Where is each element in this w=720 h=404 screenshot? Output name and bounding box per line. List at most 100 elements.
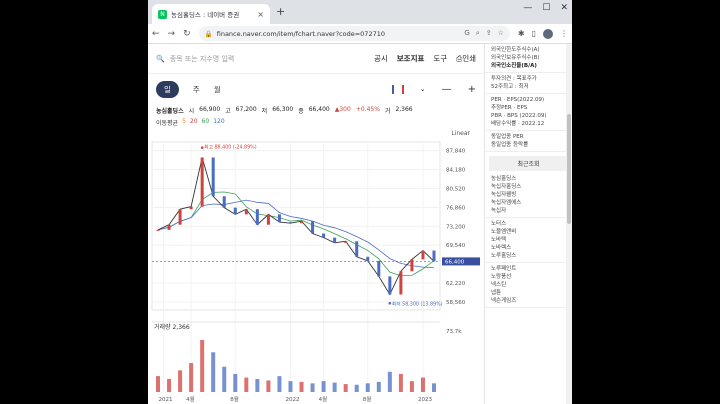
- volume-bar: [233, 373, 238, 392]
- recent-item[interactable]: 노터스: [491, 220, 566, 228]
- volume-bar: [266, 380, 271, 392]
- info-line: 외국인보유주식수(B): [491, 55, 540, 61]
- reload-icon[interactable]: ↻: [183, 29, 191, 39]
- right-info-panel: 외국인한도주식수(A) 외국인보유주식수(B) 외국인소진율(B/A) 투자의견…: [484, 44, 572, 404]
- right-scrollbar[interactable]: [566, 44, 572, 404]
- menu-disclosure[interactable]: 공시: [374, 53, 388, 64]
- candle: [388, 276, 392, 295]
- volume-bar: [255, 379, 260, 392]
- candle-type-icon[interactable]: [391, 84, 404, 94]
- volume-bar: [277, 376, 282, 392]
- recent-item[interactable]: 넥슨게임즈: [491, 297, 566, 305]
- opinion-info: 투자의견 : 목표주가 52주최고 : 최저: [485, 73, 572, 94]
- zoom-icon[interactable]: ⌕: [476, 29, 480, 38]
- search-icon[interactable]: 🔍: [156, 55, 165, 63]
- candle: [277, 214, 281, 223]
- period-month-tab[interactable]: 월: [214, 84, 221, 95]
- candle: [355, 241, 359, 257]
- info-line: 외국인소진율(B/A): [491, 63, 537, 69]
- recent-item[interactable]: 녹십자엠에스: [491, 199, 566, 207]
- ma-60[interactable]: 60: [202, 118, 210, 127]
- volume-bar: [200, 340, 205, 392]
- recent-item[interactable]: 노랑풍선: [491, 273, 566, 281]
- maximize-icon[interactable]: ☐: [542, 3, 550, 13]
- candle: [222, 196, 226, 208]
- zoom-in-button[interactable]: +: [468, 84, 476, 95]
- candle: [266, 214, 270, 225]
- share-icon[interactable]: ⇪: [486, 29, 492, 38]
- stock-search-input[interactable]: 종목 또는 지수명 입력: [170, 54, 235, 64]
- recent-item[interactable]: 노바렉스: [491, 244, 566, 252]
- ma-20[interactable]: 20: [190, 118, 198, 127]
- recent-item[interactable]: 녹십자홀딩스: [491, 183, 566, 191]
- quote-close: 66,400: [308, 106, 330, 113]
- candle: [322, 233, 326, 238]
- candle: [311, 221, 315, 234]
- sidepanel-icon[interactable]: ▯: [532, 29, 536, 39]
- price-chart[interactable]: 87,840 84,180 80,520 76,860 73,200 69,540 62,2…: [148, 140, 484, 404]
- ma-5[interactable]: 5: [182, 118, 186, 127]
- kebab-menu-icon[interactable]: ⋮: [560, 29, 568, 39]
- close-window-icon[interactable]: ✕: [560, 3, 568, 13]
- ma-legend: 이동평균 5 20 60 120: [148, 117, 484, 128]
- menu-print[interactable]: ⎙인쇄: [456, 53, 476, 64]
- industry-line: 동일업종 등락률: [491, 142, 529, 148]
- period-day-tab[interactable]: 일: [156, 80, 179, 98]
- candle: [399, 271, 403, 295]
- recent-item[interactable]: 녹십자: [491, 207, 566, 215]
- quote-high: 67,200: [235, 106, 257, 113]
- forward-icon[interactable]: →: [168, 29, 176, 39]
- recent-item[interactable]: 노바텍: [491, 236, 566, 244]
- recent-item[interactable]: 녹십자웰빙: [491, 191, 566, 199]
- extensions-icon[interactable]: ✱: [518, 29, 525, 39]
- candle: [211, 157, 215, 197]
- ma-120[interactable]: 120: [213, 118, 224, 127]
- google-icon[interactable]: G: [464, 29, 469, 38]
- menu-tools[interactable]: 도구: [433, 53, 447, 64]
- lock-icon: 🔒: [204, 29, 213, 38]
- bookmark-star-icon[interactable]: ☆: [498, 29, 504, 38]
- recent-item[interactable]: 노루홀딩스: [491, 252, 566, 260]
- search-row: 🔍 종목 또는 지수명 입력 공시 보조지표 도구 ⎙인쇄: [148, 44, 484, 74]
- chevron-down-icon[interactable]: ⌄: [420, 85, 426, 93]
- quote-change: ▲300: [334, 106, 351, 113]
- page-content: 🔍 종목 또는 지수명 입력 공시 보조지표 도구 ⎙인쇄 일 주 월 ⌄ — …: [148, 44, 572, 404]
- x-tick-label: 2021: [159, 397, 173, 403]
- period-week-tab[interactable]: 주: [193, 84, 200, 95]
- new-tab-button[interactable]: +: [276, 5, 285, 18]
- menu-indicators[interactable]: 보조지표: [397, 53, 425, 64]
- zoom-out-button[interactable]: —: [442, 84, 452, 95]
- per-line: 배당수익률 · 2022.12: [491, 121, 545, 127]
- recent-item[interactable]: 노루페인트: [491, 265, 566, 273]
- industry-info: 동일업종 PER 동일업종 등락률: [485, 131, 572, 152]
- url-field[interactable]: 🔒 finance.naver.com/item/fchart.naver?co…: [198, 26, 510, 41]
- tab-strip: N 농심홀딩스 : 네이버 증권 × + — ☐ ✕: [148, 0, 572, 24]
- max-marker: [200, 146, 204, 149]
- volume-bar: [310, 383, 315, 392]
- minimize-icon[interactable]: —: [523, 3, 532, 13]
- candle: [344, 241, 348, 243]
- volume-bar: [299, 381, 304, 392]
- candle: [300, 221, 304, 224]
- browser-tab[interactable]: N 농심홀딩스 : 네이버 증권 ×: [152, 4, 270, 24]
- volume-bar: [432, 383, 436, 392]
- recent-item[interactable]: 넵튠: [491, 289, 566, 297]
- stock-name: 농심홀딩스: [156, 108, 184, 115]
- per-line: PBR · BPS (2022.09): [491, 113, 547, 119]
- recent-item[interactable]: 노블엠앤비: [491, 228, 566, 236]
- per-line: PER · EPS(2022.09): [491, 97, 545, 103]
- tab-close-icon[interactable]: ×: [257, 10, 264, 19]
- quote-close-label: 종: [298, 108, 304, 115]
- volume-bar: [211, 352, 216, 392]
- recent-views-title: 최근조회: [489, 156, 568, 171]
- profile-avatar[interactable]: [543, 28, 553, 39]
- candle: [421, 250, 425, 260]
- back-icon[interactable]: ←: [152, 29, 160, 39]
- recent-item[interactable]: 넥스틴: [491, 281, 566, 289]
- scale-mode-select[interactable]: Linear: [451, 130, 470, 137]
- current-price-tag: 66,400: [445, 259, 465, 265]
- x-tick-label: 4월: [319, 395, 328, 403]
- recent-item[interactable]: 농심홀딩스: [491, 175, 566, 183]
- foreign-info: 외국인한도주식수(A) 외국인보유주식수(B) 외국인소진율(B/A): [485, 44, 572, 73]
- scrollbar-thumb[interactable]: [567, 114, 571, 224]
